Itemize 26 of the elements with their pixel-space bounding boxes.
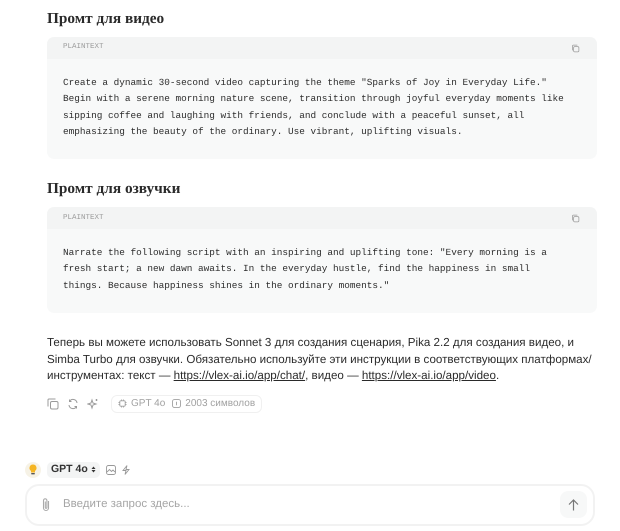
chevron-updown-icon: [90, 466, 96, 474]
code-text: Create a dynamic 30-second video capturing the theme "Sparks of Joy in Everyday Life." Begin with a serene morning nature scene, transition through joyful everyday moments like sipping coffee and laughing with friends, and conclude with a peaceful sunset, all emphasizing the beauty of the ordinary. Use vibrant, uplifting visuals.: [62, 76, 565, 139]
model-label: GPT 4o: [131, 397, 166, 412]
link[interactable]: https://vlex-ai.io/app/chat/: [174, 369, 306, 382]
section-heading: Промт для видео: [47, 9, 166, 29]
sparkle-icon[interactable]: [87, 398, 99, 410]
chip-icon: [118, 399, 127, 408]
copy-icon[interactable]: [571, 214, 580, 223]
refresh-icon[interactable]: [67, 398, 79, 410]
message-text: Теперь вы можете использовать Sonnet 3 для создания сценария, Pika 2.2 для создания видео, и Simba Turbo для озвучки. Обязательно используйте эти инструкции в соответствующих платформах/ инструментах: текст — https://vlex-ai.io/app/chat/, видео — https://vlex-ai.io/app/video.: [47, 335, 593, 384]
message-input[interactable]: Введите запрос здесь...: [63, 496, 560, 514]
link[interactable]: https://vlex-ai.io/app/video: [362, 369, 496, 382]
lightning-icon[interactable]: [122, 464, 130, 475]
model-selector[interactable]: GPT 4o: [47, 462, 100, 478]
arrow-up-icon: [568, 498, 579, 511]
character-count: 2003 символов: [185, 397, 256, 412]
code-text: Narrate the following script with an inspiring and uplifting tone: "Every morning is a fresh start; a new dawn awaits. In the everyday hustle, find the happiness in small things. Because happiness shines in the ordinary moments.": [62, 246, 548, 293]
send-button[interactable]: [560, 491, 587, 518]
copy-icon[interactable]: [47, 398, 59, 410]
copy-icon[interactable]: [571, 44, 580, 52]
image-icon[interactable]: [106, 464, 116, 475]
composer-box[interactable]: Введите запрос здесь...: [25, 484, 595, 526]
lightbulb-icon[interactable]: [25, 462, 41, 478]
section-heading: Промт для озвучки: [47, 179, 182, 200]
info-icon: [172, 399, 182, 408]
paperclip-icon[interactable]: [41, 497, 51, 512]
